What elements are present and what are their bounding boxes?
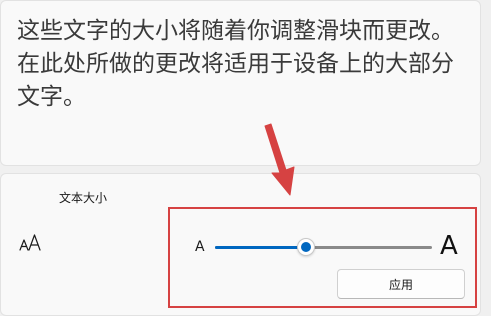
small-a-label: A — [195, 239, 205, 255]
text-size-icon — [19, 234, 41, 251]
slider-thumb[interactable] — [297, 238, 316, 256]
large-a-label: A — [440, 231, 458, 261]
preview-text: 这些文字的大小将随着你调整滑块而更改。在此处所做的更改将适用于设备上的大部分文字… — [17, 18, 454, 110]
text-size-slider[interactable] — [215, 238, 432, 256]
highlight-box: A A 应用 — [168, 207, 477, 308]
slider-thumb-dot — [301, 242, 312, 252]
preview-card: 这些文字的大小将随着你调整滑块而更改。在此处所做的更改将适用于设备上的大部分文字… — [0, 0, 481, 166]
text-size-card: 文本大小 A A 应用 — [0, 173, 481, 316]
slider-fill — [215, 246, 307, 249]
annotation-arrow — [264, 123, 295, 196]
apply-button[interactable]: 应用 — [337, 269, 465, 299]
setting-title: 文本大小 — [59, 191, 108, 205]
